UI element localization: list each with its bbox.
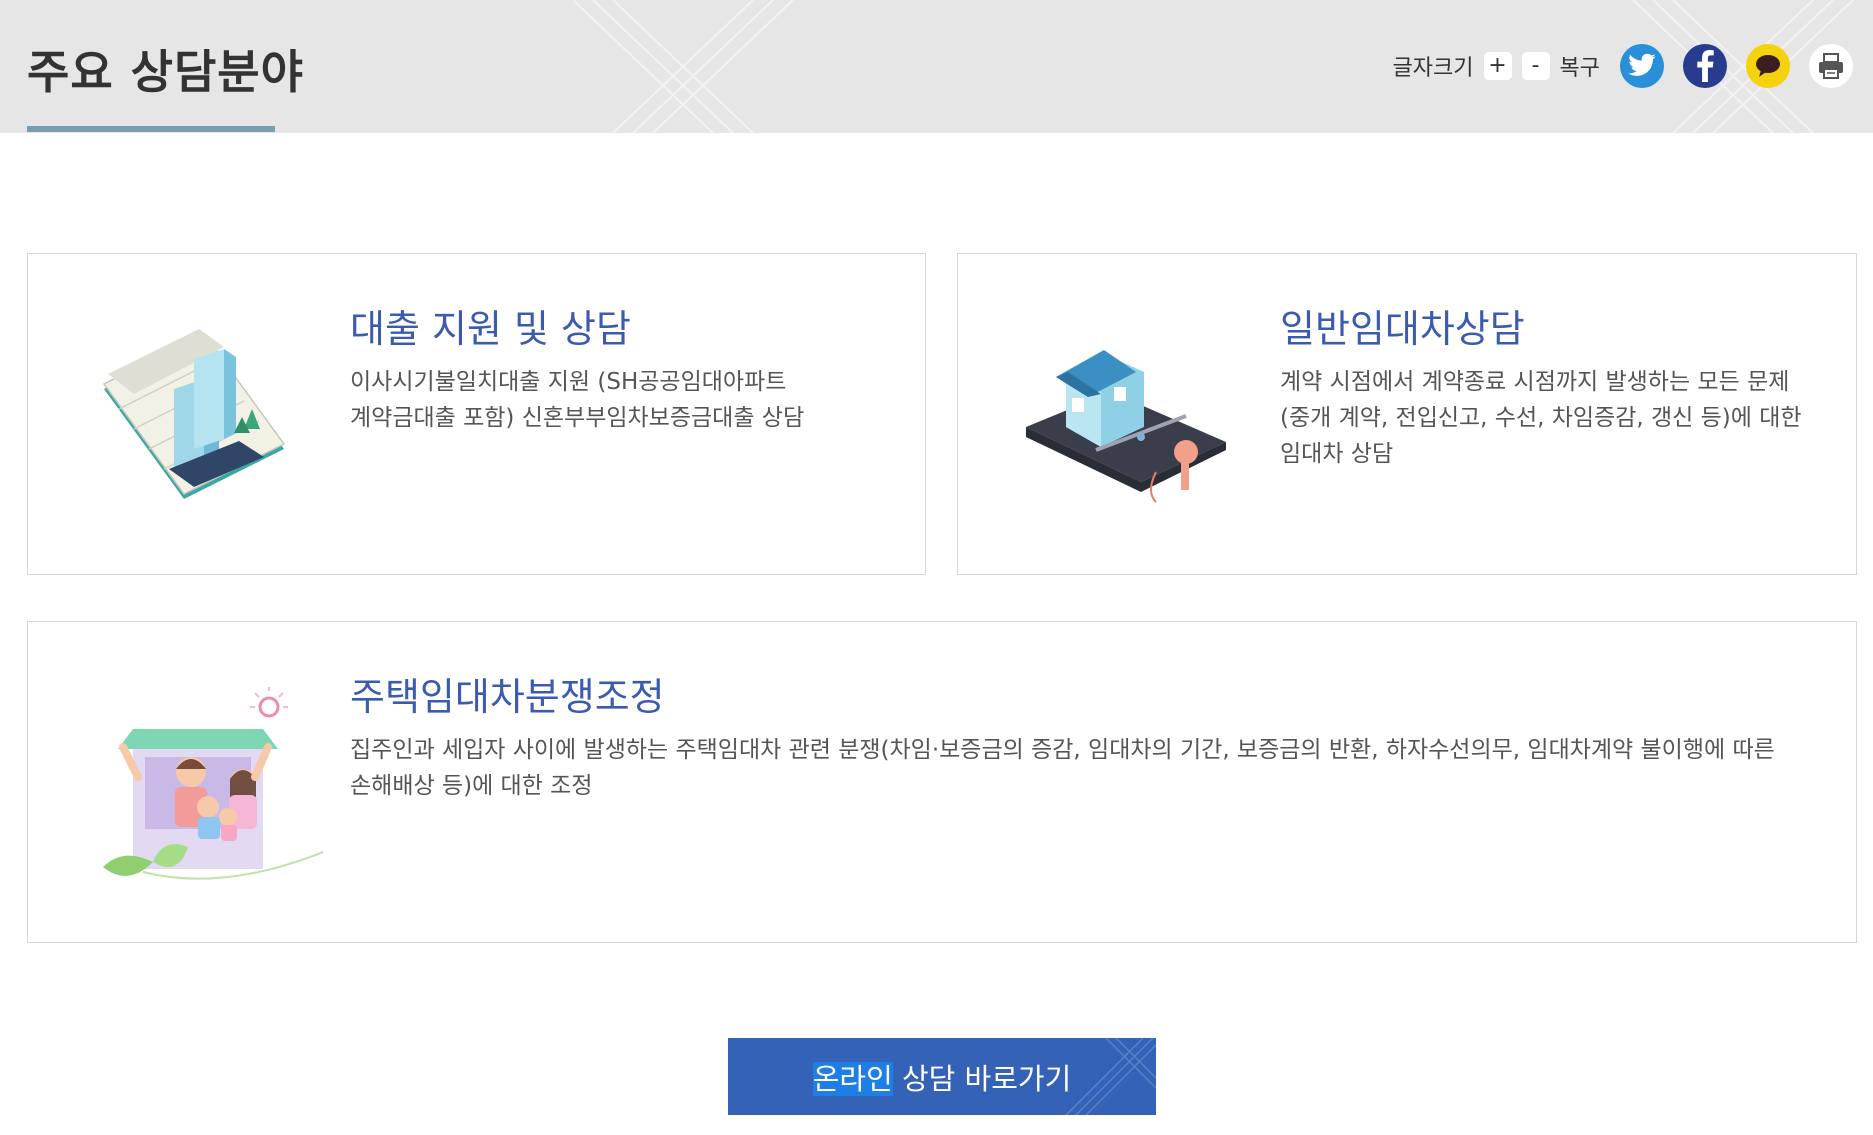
page-title: 주요 상담분야 [27,45,304,99]
print-icon[interactable] [1809,44,1853,88]
title-underline [27,126,275,132]
loan-card-description: 이사시기불일치대출 지원 (SH공공임대아파트 계약금대출 포함) 신혼부부임차… [350,364,804,436]
font-decrease-button[interactable]: - [1521,52,1550,80]
lease-card-title: 일반임대차상담 [1280,307,1525,351]
lease-desc-line-3: 임대차 상담 [1280,441,1394,467]
font-size-label: 글자크기 [1392,56,1474,81]
online-consultation-button[interactable]: 온라인 상담 바로가기 [728,1038,1156,1115]
house-key-illustration [1026,350,1226,503]
loan-desc-line-1: 이사시기불일치대출 지원 (SH공공임대아파트 [350,369,787,395]
page-header: 주요 상담분야 글자크기 + - 복구 [0,0,1873,133]
dispute-desc-line-1: 집주인과 세입자 사이에 발생하는 주택임대차 관련 분쟁(차임·보증금의 증감… [350,737,1775,763]
online-consultation-rest: 상담 바로가기 [892,1061,1072,1096]
dispute-card-description: 집주인과 세입자 사이에 발생하는 주택임대차 관련 분쟁(차임·보증금의 증감… [350,732,1830,804]
loan-desc-line-2: 계약금대출 포함) 신혼부부임차보증금대출 상담 [350,405,805,431]
dispute-card[interactable]: 주택임대차분쟁조정 집주인과 세입자 사이에 발생하는 주택임대차 관련 분쟁(… [27,621,1857,943]
font-increase-button[interactable]: + [1483,52,1512,80]
online-consultation-highlight: 온라인 [812,1061,893,1096]
lease-card-description: 계약 시점에서 계약종료 시점까지 발생하는 모든 문제 (중개 계약, 전입신… [1280,364,1802,472]
loan-card[interactable]: 대출 지원 및 상담 이사시기불일치대출 지원 (SH공공임대아파트 계약금대출… [27,253,926,575]
bank-building-illustration [102,329,286,499]
dispute-card-title: 주택임대차분쟁조정 [350,675,665,719]
lease-card[interactable]: 일반임대차상담 계약 시점에서 계약종료 시점까지 발생하는 모든 문제 (중개… [957,253,1857,575]
font-restore-button[interactable]: 복구 [1560,50,1600,82]
online-consultation-label: 온라인 상담 바로가기 [812,1056,1072,1098]
loan-card-title: 대출 지원 및 상담 [350,307,631,351]
family-illustration [103,687,323,880]
twitter-icon[interactable] [1620,44,1664,88]
dispute-desc-line-2: 손해배상 등)에 대한 조정 [350,773,593,799]
lease-desc-line-1: 계약 시점에서 계약종료 시점까지 발생하는 모든 문제 [1280,369,1790,395]
kakaotalk-icon[interactable] [1746,44,1790,88]
facebook-icon[interactable] [1683,44,1727,88]
lease-desc-line-2: (중개 계약, 전입신고, 수선, 차임증감, 갱신 등)에 대한 [1280,405,1802,431]
page-tools: 글자크기 + - 복구 [1393,44,1853,88]
